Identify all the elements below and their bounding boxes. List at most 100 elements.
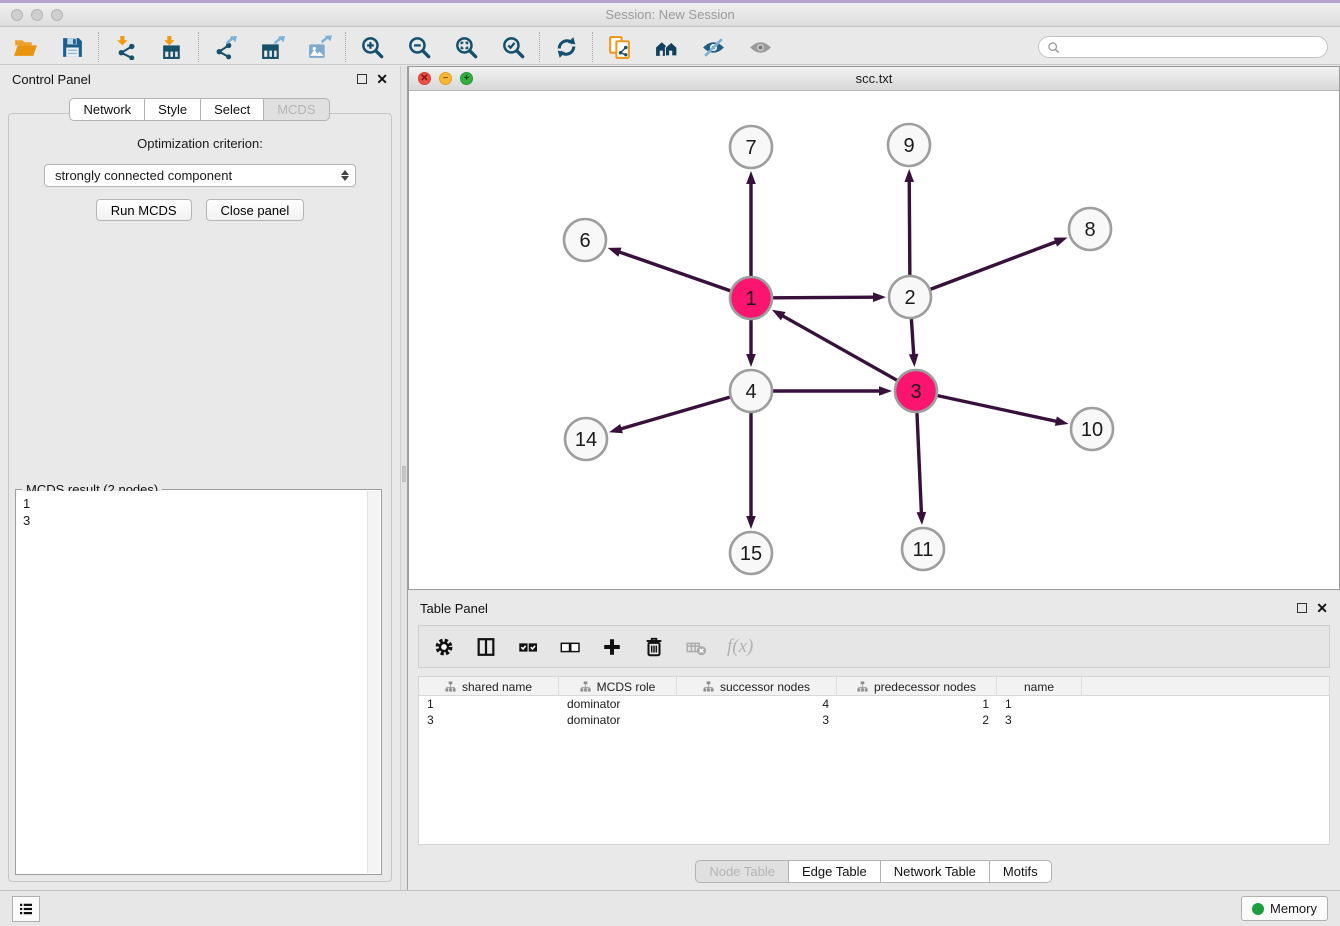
task-history-button[interactable] [12,896,40,922]
save-session-button[interactable] [59,34,85,60]
memory-button[interactable]: Memory [1241,896,1328,921]
import-network-button[interactable] [112,34,138,60]
column-label: MCDS role [597,680,656,694]
control-panel: Control Panel ✕ Network Style Select MCD… [0,66,400,890]
function-builder-button[interactable]: f(x) [727,636,753,658]
clone-network-button[interactable] [606,34,632,60]
graph-node-label: 1 [745,288,756,310]
network-canvas[interactable]: 7968124314101511 [409,91,1339,589]
export-network-button[interactable] [212,34,238,60]
edge-arrowhead [904,169,914,182]
column-header-shared-name[interactable]: shared name [419,677,559,696]
result-scrollbar[interactable] [367,491,380,873]
tab-motifs[interactable]: Motifs [989,860,1052,883]
export-network-icon [213,35,238,60]
main-toolbar [0,30,1340,65]
edge-3-1[interactable] [781,315,896,380]
column-header-predecessor-nodes[interactable]: predecessor nodes [837,677,997,696]
edge-arrowhead [609,424,623,433]
tab-select[interactable]: Select [200,98,264,121]
graph-node-label: 11 [913,539,934,561]
column-header-mcds-role[interactable]: MCDS role [559,677,677,696]
edge-3-11[interactable] [917,413,921,514]
tab-network-table[interactable]: Network Table [880,860,990,883]
mcds-tab-content: Optimization criterion: strongly connect… [8,113,392,882]
edge-3-10[interactable] [938,396,1058,422]
control-panel-title: Control Panel [12,72,91,87]
cell-mcds-role: dominator [559,697,677,711]
first-neighbors-button[interactable] [653,34,679,60]
apply-layout-button[interactable] [553,34,579,60]
node-table: shared name MCDS role successor nodes pr… [418,676,1330,845]
edge-arrowhead [873,292,886,302]
float-table-panel-icon[interactable] [1297,603,1307,613]
export-image-button[interactable] [306,34,332,60]
zoom-fit-button[interactable] [453,34,479,60]
tab-mcds[interactable]: MCDS [263,98,329,121]
table-row[interactable]: 1 dominator 4 1 1 [419,696,1329,712]
delete-table-button[interactable] [685,636,707,658]
edge-2-8[interactable] [931,241,1058,289]
edge-arrowhead [1055,416,1069,425]
tab-style[interactable]: Style [144,98,201,121]
tab-node-table[interactable]: Node Table [695,860,789,883]
zoom-out-button[interactable] [406,34,432,60]
table-toolbar: f(x) [418,625,1330,668]
add-column-button[interactable] [601,636,623,658]
search-field[interactable] [1038,36,1328,58]
plus-icon [601,636,623,658]
edge-1-6[interactable] [618,252,730,291]
toolbar-separator [98,32,99,62]
cell-mcds-role: dominator [559,713,677,727]
refresh-icon [554,35,579,60]
close-table-panel-icon[interactable]: ✕ [1316,603,1328,613]
select-all-rows-button[interactable] [517,636,539,658]
import-table-button[interactable] [159,34,185,60]
window-title: Session: New Session [0,7,1340,22]
edge-arrowhead [917,512,927,525]
edge-arrowhead [746,516,756,529]
open-folder-icon [13,35,38,60]
edge-arrowhead [746,354,756,367]
mcds-result-text[interactable]: 1 3 [17,491,367,873]
zoom-in-button[interactable] [359,34,385,60]
tab-edge-table[interactable]: Edge Table [788,860,881,883]
checked-boxes-icon [517,636,539,658]
show-columns-button[interactable] [475,636,497,658]
window-titlebar: Session: New Session [0,0,1340,27]
panel-split-divider[interactable] [400,66,408,890]
delete-column-button[interactable] [643,636,665,658]
table-settings-button[interactable] [433,636,455,658]
column-header-successor-nodes[interactable]: successor nodes [677,677,837,696]
hide-selected-button[interactable] [700,34,726,60]
edge-4-14[interactable] [620,397,730,429]
run-mcds-button[interactable]: Run MCDS [96,199,192,221]
search-input[interactable] [1065,40,1319,54]
column-header-name[interactable]: name [997,677,1082,696]
edge-2-9[interactable] [909,180,910,275]
column-label: name [1024,680,1054,694]
graph-node-label: 2 [904,287,915,309]
optimization-criterion-select[interactable]: strongly connected component [44,164,356,187]
network-frame-title: scc.txt [409,71,1339,86]
eye-slash-icon [701,35,726,60]
graph-node-label: 15 [740,543,762,565]
network-frame-titlebar[interactable]: ✕ − + scc.txt [409,67,1339,91]
float-panel-icon[interactable] [357,74,367,84]
edge-1-2[interactable] [773,297,875,298]
export-table-button[interactable] [259,34,285,60]
clear-selection-button[interactable] [559,636,581,658]
tab-network[interactable]: Network [69,98,145,121]
optimization-criterion-label: Optimization criterion: [9,136,391,151]
column-tree-icon [580,681,591,692]
close-panel-icon[interactable]: ✕ [376,74,388,84]
show-all-button[interactable] [747,34,773,60]
zoom-selected-button[interactable] [500,34,526,60]
cell-predecessor-nodes: 1 [837,697,997,711]
mcds-result-group: MCDS result (2 nodes) 1 3 [15,489,382,875]
table-row[interactable]: 3 dominator 3 2 3 [419,712,1329,728]
close-panel-button[interactable]: Close panel [206,199,305,221]
edge-2-3[interactable] [911,319,913,356]
open-session-button[interactable] [12,34,38,60]
divider-grip[interactable] [402,466,406,482]
